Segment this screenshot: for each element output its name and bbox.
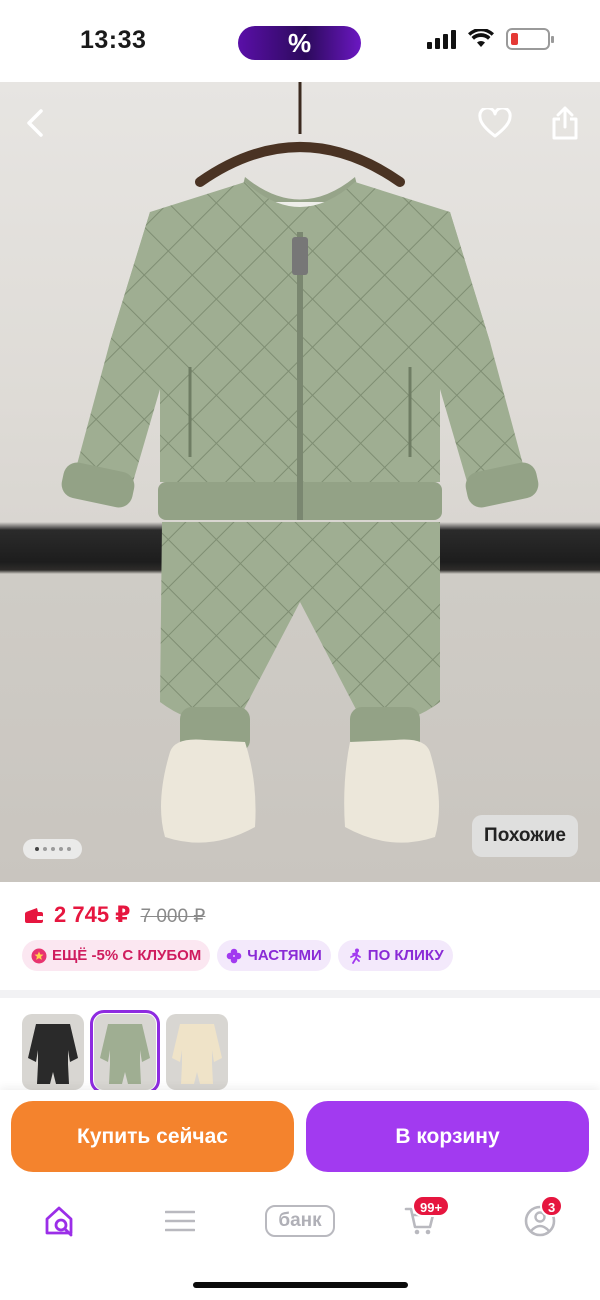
- menu-icon: [165, 1210, 195, 1232]
- variant-thumbnails: [22, 1010, 228, 1094]
- share-button[interactable]: [541, 99, 589, 147]
- price-section: 2 745 ₽ 7 000 ₽ ЕЩЁ -5% С КЛУБОМ ЧАСТЯМИ: [0, 882, 600, 990]
- badge-parts-label: ЧАСТЯМИ: [247, 947, 322, 964]
- chevron-left-icon: [27, 109, 43, 137]
- tab-cart[interactable]: 99+: [390, 1195, 451, 1243]
- share-icon: [552, 106, 578, 140]
- signal-icon: [427, 29, 456, 49]
- variant-thumb-sage-green[interactable]: [90, 1010, 160, 1094]
- similar-button[interactable]: Похожие: [472, 815, 578, 857]
- parts-icon: [226, 948, 242, 963]
- pagination-dot: [50, 847, 55, 851]
- purchase-actions: Купить сейчас В корзину: [0, 1090, 600, 1185]
- status-center-pill: %: [238, 26, 361, 60]
- bank-logo: банк: [265, 1205, 335, 1237]
- product-photo: [61, 82, 539, 843]
- tab-profile[interactable]: 3: [510, 1195, 570, 1243]
- wifi-icon: [468, 29, 494, 47]
- variant-thumb-cream[interactable]: [166, 1014, 228, 1090]
- badge-one-click[interactable]: ПО КЛИКУ: [337, 940, 453, 971]
- badge-one-click-label: ПО КЛИКУ: [367, 947, 444, 964]
- product-image-gallery[interactable]: Похожие: [0, 82, 600, 882]
- club-icon: [31, 948, 47, 963]
- buy-now-button[interactable]: Купить сейчас: [11, 1101, 294, 1172]
- old-price: 7 000 ₽: [140, 906, 206, 927]
- cart-count-badge: 99+: [412, 1195, 451, 1217]
- bottom-tab-bar: банк 99+ 3: [0, 1185, 600, 1300]
- wallet-icon: [25, 908, 43, 923]
- pagination-dot: [34, 847, 39, 851]
- battery-level: [511, 33, 518, 45]
- status-time: 13:33: [80, 26, 147, 54]
- price-row: 2 745 ₽ 7 000 ₽: [24, 902, 205, 928]
- profile-badge: 3: [540, 1195, 564, 1217]
- battery-icon: [506, 28, 554, 50]
- current-price: 2 745 ₽: [54, 902, 131, 927]
- promo-badges: ЕЩЁ -5% С КЛУБОМ ЧАСТЯМИ ПО КЛИКУ: [22, 940, 453, 971]
- heart-icon: [478, 108, 512, 138]
- variant-thumb-black[interactable]: [22, 1014, 84, 1090]
- gallery-pagination-dots: [23, 839, 82, 859]
- home-search-icon: [45, 1206, 73, 1237]
- badge-club[interactable]: ЕЩЁ -5% С КЛУБОМ: [22, 940, 211, 971]
- tab-catalog[interactable]: [150, 1199, 210, 1243]
- pagination-dot: [66, 847, 71, 851]
- home-indicator: [193, 1282, 408, 1288]
- pagination-dot: [42, 847, 47, 851]
- pagination-dot: [58, 847, 63, 851]
- status-icons: [427, 28, 554, 50]
- favorite-button[interactable]: [471, 99, 519, 147]
- back-button[interactable]: [11, 99, 59, 147]
- badge-parts[interactable]: ЧАСТЯМИ: [217, 940, 331, 971]
- status-bar: 13:33 %: [0, 0, 600, 82]
- section-divider: [0, 990, 600, 998]
- badge-club-label: ЕЩЁ -5% С КЛУБОМ: [52, 947, 202, 964]
- add-to-cart-button[interactable]: В корзину: [306, 1101, 589, 1172]
- tab-home[interactable]: [30, 1199, 90, 1243]
- run-icon: [349, 948, 361, 964]
- tab-bank[interactable]: банк: [255, 1199, 345, 1243]
